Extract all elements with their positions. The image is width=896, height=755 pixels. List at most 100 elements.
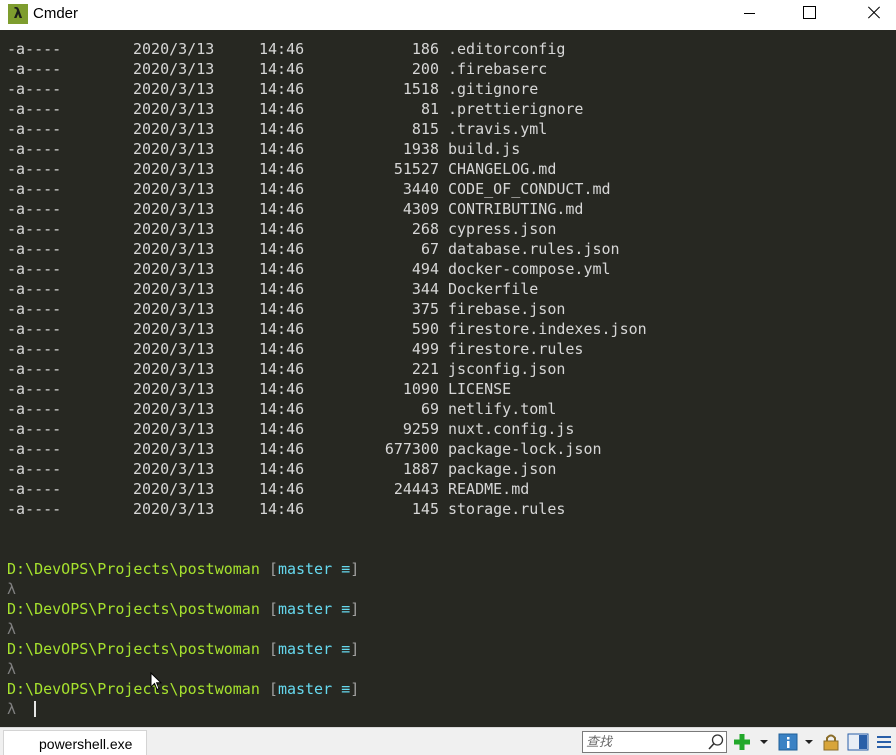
prompt-bracket-close: ] xyxy=(350,560,360,578)
file-size: 677300 xyxy=(384,440,439,458)
file-name: LICENSE xyxy=(448,380,512,398)
file-time: 14:46 xyxy=(259,420,305,438)
prompt-path: D:\DevOPS\Projects\postwoman xyxy=(7,640,260,658)
file-name: netlify.toml xyxy=(448,400,557,418)
file-date: 2020/3/13 xyxy=(133,320,215,338)
file-name: storage.rules xyxy=(448,500,566,518)
file-date: 2020/3/13 xyxy=(133,380,215,398)
file-mode: -a---- xyxy=(7,220,62,238)
file-date: 2020/3/13 xyxy=(133,180,215,198)
prompt-bracket-open: [ xyxy=(268,560,278,578)
file-size: 494 xyxy=(411,260,439,278)
file-time: 14:46 xyxy=(259,80,305,98)
file-size: 815 xyxy=(411,120,439,138)
file-name: .travis.yml xyxy=(448,120,548,138)
minimize-button[interactable] xyxy=(720,0,766,30)
file-name: docker-compose.yml xyxy=(448,260,611,278)
git-branch-status: master ≡ xyxy=(277,600,351,618)
search-icon[interactable] xyxy=(707,733,725,751)
file-name: firestore.rules xyxy=(448,340,584,358)
file-mode: -a---- xyxy=(7,100,62,118)
maximize-button[interactable] xyxy=(786,0,832,30)
prompt-line: D:\DevOPS\Projects\postwoman [master ≡] xyxy=(7,599,359,619)
file-time: 14:46 xyxy=(259,40,305,58)
file-date: 2020/3/13 xyxy=(133,280,215,298)
lambda-prompt-symbol: λ xyxy=(7,580,17,598)
file-mode: -a---- xyxy=(7,400,62,418)
file-date: 2020/3/13 xyxy=(133,440,215,458)
file-size: 51527 xyxy=(393,160,439,178)
file-name: package-lock.json xyxy=(448,440,602,458)
file-size: 145 xyxy=(411,500,439,518)
file-date: 2020/3/13 xyxy=(133,480,215,498)
file-mode: -a---- xyxy=(7,440,62,458)
file-mode: -a---- xyxy=(7,160,62,178)
file-time: 14:46 xyxy=(259,200,305,218)
file-mode: -a---- xyxy=(7,180,62,198)
git-branch-status: master ≡ xyxy=(277,640,351,658)
split-panel-icon[interactable] xyxy=(847,733,869,751)
prompt-bracket-open: [ xyxy=(268,680,278,698)
file-date: 2020/3/13 xyxy=(133,140,215,158)
file-mode: -a---- xyxy=(7,140,62,158)
search-input[interactable] xyxy=(586,733,704,751)
file-time: 14:46 xyxy=(259,160,305,178)
file-date: 2020/3/13 xyxy=(133,460,215,478)
file-date: 2020/3/13 xyxy=(133,120,215,138)
menu-icon[interactable] xyxy=(875,733,893,751)
add-console-icon[interactable] xyxy=(733,733,751,751)
file-date: 2020/3/13 xyxy=(133,200,215,218)
lambda-prompt-symbol: λ xyxy=(7,660,17,678)
file-time: 14:46 xyxy=(259,260,305,278)
file-size: 4309 xyxy=(402,200,439,218)
dropdown-arrow-icon[interactable] xyxy=(758,733,770,751)
file-mode: -a---- xyxy=(7,320,62,338)
prompt-path: D:\DevOPS\Projects\postwoman xyxy=(7,600,260,618)
file-mode: -a---- xyxy=(7,280,62,298)
file-date: 2020/3/13 xyxy=(133,360,215,378)
file-mode: -a---- xyxy=(7,260,62,278)
file-name: build.js xyxy=(448,140,521,158)
file-date: 2020/3/13 xyxy=(133,80,215,98)
file-mode: -a---- xyxy=(7,80,62,98)
tab-powershell[interactable]: powershell.exe xyxy=(3,730,147,755)
file-size: 186 xyxy=(411,40,439,58)
prompt-bracket-open: [ xyxy=(268,640,278,658)
file-size: 590 xyxy=(411,320,439,338)
file-name: cypress.json xyxy=(448,220,557,238)
file-mode: -a---- xyxy=(7,420,62,438)
file-size: 24443 xyxy=(393,480,439,498)
git-branch-status: master ≡ xyxy=(277,680,351,698)
file-name: Dockerfile xyxy=(448,280,539,298)
file-time: 14:46 xyxy=(259,460,305,478)
tab-label: powershell.exe xyxy=(39,736,133,752)
file-time: 14:46 xyxy=(259,280,305,298)
file-date: 2020/3/13 xyxy=(133,40,215,58)
file-size: 67 xyxy=(420,240,439,258)
dropdown-arrow-icon[interactable] xyxy=(803,733,815,751)
file-size: 375 xyxy=(411,300,439,318)
file-size: 344 xyxy=(411,280,439,298)
search-box[interactable] xyxy=(582,731,727,753)
file-name: .editorconfig xyxy=(448,40,566,58)
prompt-line: D:\DevOPS\Projects\postwoman [master ≡] xyxy=(7,679,359,699)
file-mode: -a---- xyxy=(7,340,62,358)
file-name: database.rules.json xyxy=(448,240,620,258)
file-time: 14:46 xyxy=(259,480,305,498)
prompt-input-line: λ xyxy=(7,579,16,599)
prompt-bracket-open: [ xyxy=(268,600,278,618)
prompt-bracket-close: ] xyxy=(350,680,360,698)
file-size: 200 xyxy=(411,60,439,78)
file-mode: -a---- xyxy=(7,120,62,138)
prompt-line: D:\DevOPS\Projects\postwoman [master ≡] xyxy=(7,639,359,659)
file-name: firestore.indexes.json xyxy=(448,320,647,338)
lambda-prompt-symbol: λ xyxy=(7,620,17,638)
file-mode: -a---- xyxy=(7,480,62,498)
close-button[interactable] xyxy=(844,0,890,30)
file-mode: -a---- xyxy=(7,40,62,58)
terminal-console[interactable]: -a---- 2020/3/13 14:46 186 .editorconfig -a--… xyxy=(0,30,896,727)
file-name: package.json xyxy=(448,460,557,478)
prompt-input-line[interactable]: λ xyxy=(7,699,36,719)
lock-icon[interactable] xyxy=(821,733,841,751)
info-icon[interactable] xyxy=(778,733,798,751)
